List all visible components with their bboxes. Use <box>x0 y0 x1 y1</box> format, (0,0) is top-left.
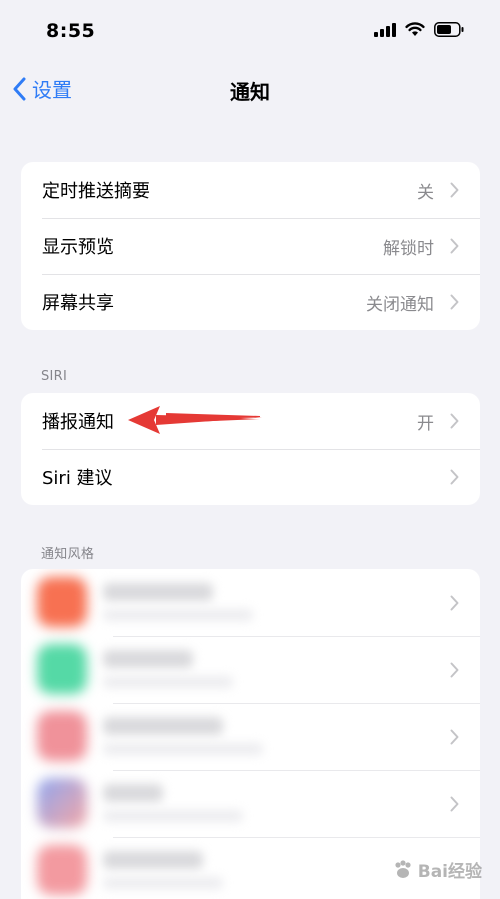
app-row[interactable] <box>21 703 480 770</box>
blurred-app-detail <box>103 676 233 688</box>
chevron-right-icon <box>450 413 459 429</box>
chevron-right-icon <box>450 595 459 610</box>
blurred-app-name <box>103 851 203 869</box>
row-label: 显示预览 <box>42 237 114 258</box>
section-header-siri: SIRI <box>41 369 68 384</box>
row-value: 开 <box>417 413 434 434</box>
chevron-right-icon <box>450 662 459 677</box>
chevron-right-icon <box>450 294 459 310</box>
page-title: 通知 <box>230 80 270 104</box>
notification-settings-group: 定时推送摘要 关 显示预览 解锁时 屏幕共享 关闭通知 <box>21 162 480 330</box>
row-scheduled-summary[interactable]: 定时推送摘要 关 <box>21 162 480 218</box>
watermark-text: Bai经验 <box>417 862 482 882</box>
app-icon <box>37 577 87 627</box>
row-show-previews[interactable]: 显示预览 解锁时 <box>21 218 480 274</box>
blurred-app-detail <box>103 810 243 822</box>
row-value: 解锁时 <box>383 238 434 259</box>
blurred-app-name <box>103 717 223 735</box>
chevron-right-icon <box>450 729 459 744</box>
row-label: 播报通知 <box>42 412 114 433</box>
chevron-right-icon <box>450 469 459 485</box>
blurred-app-detail <box>103 609 253 621</box>
cellular-icon <box>374 22 396 37</box>
blurred-app-detail <box>103 877 223 889</box>
chevron-right-icon <box>450 182 459 198</box>
section-header-notification-style: 通知风格 <box>41 547 95 562</box>
app-icon <box>37 644 87 694</box>
status-time: 8:55 <box>46 20 96 42</box>
status-bar: 8:55 <box>0 0 500 62</box>
battery-icon <box>434 22 464 37</box>
blurred-app-detail <box>103 743 263 755</box>
row-label: Siri 建议 <box>42 468 113 489</box>
paw-icon <box>395 859 411 878</box>
navigation-bar: 设置 通知 <box>0 66 500 112</box>
wifi-icon <box>405 22 425 36</box>
row-siri-suggestions[interactable]: Siri 建议 <box>21 449 480 505</box>
app-icon <box>37 711 87 761</box>
blurred-app-name <box>103 784 163 802</box>
app-row[interactable] <box>21 770 480 837</box>
chevron-right-icon <box>450 796 459 811</box>
notification-style-group <box>21 569 480 899</box>
row-screen-sharing[interactable]: 屏幕共享 关闭通知 <box>21 274 480 330</box>
blurred-app-name <box>103 583 213 601</box>
blurred-app-name <box>103 650 193 668</box>
annotation-arrow-icon <box>128 406 262 434</box>
watermark: Bai经验 <box>392 857 482 882</box>
row-value: 关 <box>417 182 434 203</box>
chevron-right-icon <box>450 238 459 254</box>
row-value: 关闭通知 <box>366 294 434 315</box>
row-label: 定时推送摘要 <box>42 181 150 202</box>
row-label: 屏幕共享 <box>42 293 114 314</box>
status-icons <box>374 22 464 37</box>
app-icon <box>37 778 87 828</box>
app-row[interactable] <box>21 636 480 703</box>
app-row[interactable] <box>21 569 480 636</box>
